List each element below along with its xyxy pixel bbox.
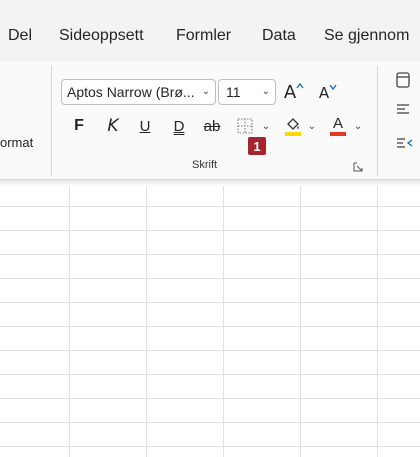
row-line bbox=[0, 254, 420, 255]
row-line bbox=[0, 278, 420, 279]
align-left-icon[interactable] bbox=[394, 100, 412, 118]
column-line bbox=[377, 186, 378, 457]
font-name-value: Aptos Narrow (Brø... bbox=[67, 84, 195, 100]
row-line bbox=[0, 446, 420, 447]
column-line bbox=[223, 186, 224, 457]
column-line bbox=[300, 186, 301, 457]
row-line bbox=[0, 374, 420, 375]
chevron-down-icon: ⌄ bbox=[261, 86, 270, 97]
font-color-button[interactable]: A bbox=[327, 114, 349, 138]
bold-button[interactable]: F bbox=[70, 115, 88, 137]
borders-button[interactable] bbox=[234, 115, 256, 137]
borders-icon bbox=[237, 118, 253, 134]
column-line bbox=[69, 186, 70, 457]
spreadsheet-grid[interactable] bbox=[0, 186, 420, 457]
paint-bucket-icon bbox=[285, 118, 301, 136]
menu-bar: Del Sideoppsett Formler Data Se gjennom bbox=[0, 0, 420, 62]
font-size-value: 11 bbox=[226, 84, 241, 100]
tab-se-gjennom[interactable]: Se gjennom bbox=[324, 27, 409, 45]
italic-button[interactable]: K bbox=[104, 115, 122, 137]
wrap-icon[interactable] bbox=[394, 71, 412, 89]
row-line bbox=[0, 230, 420, 231]
grow-font-letter: A bbox=[283, 81, 297, 103]
grow-font-button[interactable]: A bbox=[282, 80, 306, 104]
tab-data[interactable]: Data bbox=[262, 27, 296, 45]
caret-down-icon bbox=[329, 84, 337, 91]
tab-del[interactable]: Del bbox=[8, 27, 32, 45]
row-line bbox=[0, 206, 420, 207]
tab-formler[interactable]: Formler bbox=[176, 27, 231, 45]
format-label-cut[interactable]: ormat bbox=[0, 135, 33, 150]
font-dialog-launcher-icon[interactable] bbox=[352, 161, 364, 173]
font-color-chevron-icon[interactable]: ⌄ bbox=[352, 118, 364, 134]
step-badge: 1 bbox=[248, 137, 266, 155]
row-line bbox=[0, 422, 420, 423]
borders-dropdown-chevron-icon[interactable]: ⌄ bbox=[260, 118, 272, 134]
ribbon-panel: ormat Aptos Narrow (Brø... ⌄ 11 ⌄ A A F … bbox=[0, 62, 420, 180]
decrease-indent-icon[interactable] bbox=[394, 134, 416, 152]
fill-color-button[interactable] bbox=[282, 114, 304, 138]
row-line bbox=[0, 302, 420, 303]
caret-up-icon bbox=[296, 82, 304, 89]
group-separator-left bbox=[51, 66, 52, 176]
font-color-swatch bbox=[330, 132, 346, 136]
double-underline-button[interactable]: D bbox=[170, 115, 188, 137]
row-line bbox=[0, 350, 420, 351]
underline-button[interactable]: U bbox=[136, 115, 154, 137]
font-color-letter: A bbox=[332, 115, 343, 132]
shrink-font-letter: A bbox=[318, 84, 330, 102]
row-line bbox=[0, 398, 420, 399]
tab-sideoppsett[interactable]: Sideoppsett bbox=[59, 27, 144, 45]
fill-color-chevron-icon[interactable]: ⌄ bbox=[306, 118, 318, 134]
font-name-dropdown[interactable]: Aptos Narrow (Brø... ⌄ bbox=[61, 79, 216, 105]
shrink-font-button[interactable]: A bbox=[316, 82, 340, 104]
strikethrough-button[interactable]: ab bbox=[201, 115, 223, 137]
group-separator-right bbox=[377, 66, 378, 176]
chevron-down-icon: ⌄ bbox=[201, 86, 210, 97]
row-line bbox=[0, 326, 420, 327]
font-size-dropdown[interactable]: 11 ⌄ bbox=[218, 79, 276, 105]
column-line bbox=[146, 186, 147, 457]
group-label-skrift: Skrift bbox=[192, 159, 218, 171]
